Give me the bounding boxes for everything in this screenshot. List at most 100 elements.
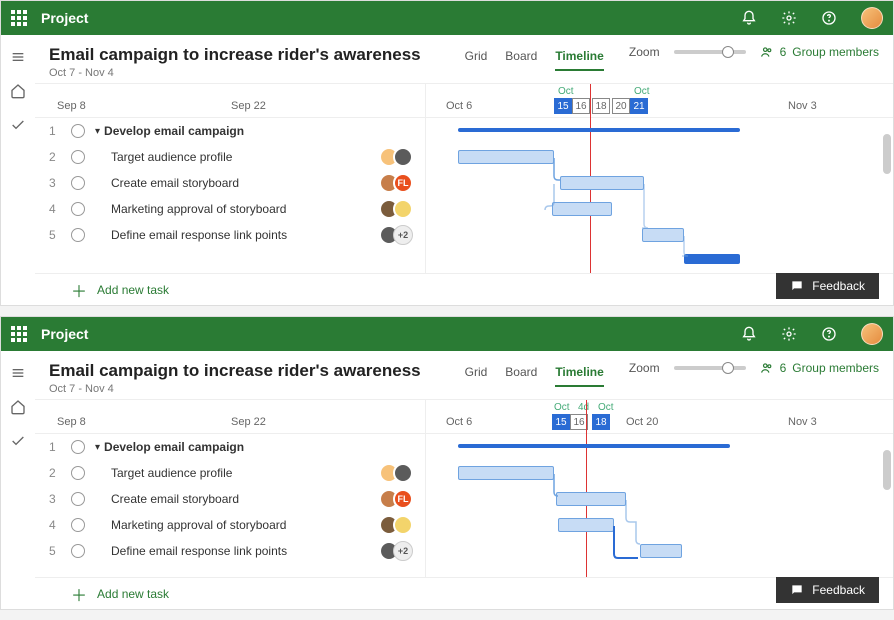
today-line bbox=[586, 400, 587, 577]
user-avatar[interactable] bbox=[861, 323, 883, 345]
range-end[interactable]: 21 bbox=[630, 98, 648, 114]
task-bar[interactable] bbox=[558, 518, 614, 532]
app-launcher-icon[interactable] bbox=[11, 326, 27, 342]
app-title: Project bbox=[41, 10, 88, 26]
chart-header: Oct 6 Oct 4d Oct 15 16 18 Oct 20 Nov 3 bbox=[426, 400, 893, 434]
task-status-circle[interactable] bbox=[71, 176, 85, 190]
task-row[interactable]: 4 Marketing approval of storyboard bbox=[35, 196, 425, 222]
timeline-area: Sep 8 Sep 22 1 ▾ Develop email campaign … bbox=[35, 83, 893, 273]
settings-icon[interactable] bbox=[781, 326, 797, 342]
task-status-circle[interactable] bbox=[71, 124, 85, 138]
check-icon[interactable] bbox=[10, 433, 26, 449]
check-icon[interactable] bbox=[10, 117, 26, 133]
tab-board[interactable]: Board bbox=[505, 49, 537, 71]
task-row[interactable]: 1 ▾ Develop email campaign bbox=[35, 118, 425, 144]
task-bar[interactable] bbox=[556, 492, 626, 506]
help-icon[interactable] bbox=[821, 10, 837, 26]
topbar: Project bbox=[1, 1, 893, 35]
task-row[interactable]: 2 Target audience profile bbox=[35, 144, 425, 170]
task-bar[interactable] bbox=[552, 202, 612, 216]
topbar: Project bbox=[1, 317, 893, 351]
task-row[interactable]: 4 Marketing approval of storyboard bbox=[35, 512, 425, 538]
task-row[interactable]: 5 Define email response link points +2 bbox=[35, 538, 425, 564]
task-row[interactable]: 3 Create email storyboard FL bbox=[35, 170, 425, 196]
view-tabs: Grid Board Timeline bbox=[465, 365, 604, 387]
feedback-button[interactable]: Feedback bbox=[776, 273, 879, 299]
home-icon[interactable] bbox=[10, 83, 26, 99]
project-dates: Oct 7 - Nov 4 bbox=[49, 383, 421, 395]
task-list: Sep 8 Sep 22 1 ▾ Develop email campaign … bbox=[35, 400, 425, 577]
assignee-avatar[interactable] bbox=[393, 199, 413, 219]
task-bar[interactable] bbox=[458, 466, 554, 480]
task-row[interactable]: 2 Target audience profile bbox=[35, 460, 425, 486]
task-status-circle[interactable] bbox=[71, 150, 85, 164]
tab-board[interactable]: Board bbox=[505, 365, 537, 387]
menu-icon[interactable] bbox=[10, 365, 26, 381]
range-start[interactable]: 15 bbox=[554, 98, 572, 114]
group-members-button[interactable]: 6 Group members bbox=[760, 361, 879, 375]
summary-bar[interactable] bbox=[458, 128, 740, 132]
left-rail bbox=[1, 351, 35, 609]
task-row[interactable]: 1 ▾ Develop email campaign bbox=[35, 434, 425, 460]
chart-header: Oct 6 Oct Oct 15 16 18 20 21 Nov 3 bbox=[426, 84, 893, 118]
add-task-row[interactable]: ＋ Add new task bbox=[35, 273, 893, 305]
menu-icon[interactable] bbox=[10, 49, 26, 65]
gantt-chart[interactable]: Oct 6 Oct 4d Oct 15 16 18 Oct 20 Nov 3 bbox=[425, 400, 893, 577]
home-icon[interactable] bbox=[10, 399, 26, 415]
task-bar[interactable] bbox=[684, 254, 740, 264]
tab-grid[interactable]: Grid bbox=[465, 49, 488, 71]
assignee-avatar[interactable] bbox=[393, 463, 413, 483]
zoom-slider[interactable] bbox=[674, 366, 746, 370]
task-status-circle[interactable] bbox=[71, 466, 85, 480]
assignee-avatar[interactable] bbox=[393, 515, 413, 535]
more-assignees[interactable]: +2 bbox=[393, 225, 413, 245]
task-row[interactable]: 3 Create email storyboard FL bbox=[35, 486, 425, 512]
gantt-chart[interactable]: Oct 6 Oct Oct 15 16 18 20 21 Nov 3 bbox=[425, 84, 893, 273]
bell-icon[interactable] bbox=[741, 326, 757, 342]
tab-timeline[interactable]: Timeline bbox=[555, 365, 603, 387]
chevron-down-icon[interactable]: ▾ bbox=[95, 442, 100, 453]
left-rail bbox=[1, 35, 35, 305]
chevron-down-icon[interactable]: ▾ bbox=[95, 126, 100, 137]
task-bar[interactable] bbox=[458, 150, 554, 164]
summary-bar[interactable] bbox=[458, 444, 730, 448]
project-header: Email campaign to increase rider's aware… bbox=[35, 351, 893, 399]
task-bar[interactable] bbox=[642, 228, 684, 242]
assignee-avatar[interactable]: FL bbox=[393, 489, 413, 509]
task-row[interactable]: 5 Define email response link points +2 bbox=[35, 222, 425, 248]
group-members-button[interactable]: 6 Group members bbox=[760, 45, 879, 59]
connectors bbox=[426, 434, 893, 584]
task-status-circle[interactable] bbox=[71, 202, 85, 216]
feedback-button[interactable]: Feedback bbox=[776, 577, 879, 603]
view-tabs: Grid Board Timeline bbox=[465, 49, 604, 71]
tab-grid[interactable]: Grid bbox=[465, 365, 488, 387]
task-bar[interactable] bbox=[640, 544, 682, 558]
task-date-header: Sep 8 Sep 22 bbox=[35, 400, 425, 434]
zoom-slider[interactable] bbox=[674, 50, 746, 54]
app-launcher-icon[interactable] bbox=[11, 10, 27, 26]
settings-icon[interactable] bbox=[781, 10, 797, 26]
task-status-circle[interactable] bbox=[71, 544, 85, 558]
user-avatar[interactable] bbox=[861, 7, 883, 29]
assignee-avatar[interactable]: FL bbox=[393, 173, 413, 193]
range-end[interactable]: 18 bbox=[592, 414, 610, 430]
vertical-scrollbar[interactable] bbox=[883, 440, 891, 567]
assignee-avatar[interactable] bbox=[393, 147, 413, 167]
task-status-circle[interactable] bbox=[71, 518, 85, 532]
range-start[interactable]: 15 bbox=[552, 414, 570, 430]
vertical-scrollbar[interactable] bbox=[883, 124, 891, 263]
tab-timeline[interactable]: Timeline bbox=[555, 49, 603, 71]
app-title: Project bbox=[41, 326, 88, 342]
task-status-circle[interactable] bbox=[71, 228, 85, 242]
project-app-window-1: Project Email campaign to increase rider… bbox=[0, 0, 894, 306]
add-task-row[interactable]: ＋ Add new task bbox=[35, 577, 893, 609]
bell-icon[interactable] bbox=[741, 10, 757, 26]
zoom-label: Zoom bbox=[629, 361, 660, 375]
task-status-circle[interactable] bbox=[71, 440, 85, 454]
task-status-circle[interactable] bbox=[71, 492, 85, 506]
project-app-window-2: Project Email campaign to increase rider… bbox=[0, 316, 894, 610]
task-bar[interactable] bbox=[560, 176, 644, 190]
more-assignees[interactable]: +2 bbox=[393, 541, 413, 561]
help-icon[interactable] bbox=[821, 326, 837, 342]
plus-icon: ＋ bbox=[71, 278, 87, 302]
